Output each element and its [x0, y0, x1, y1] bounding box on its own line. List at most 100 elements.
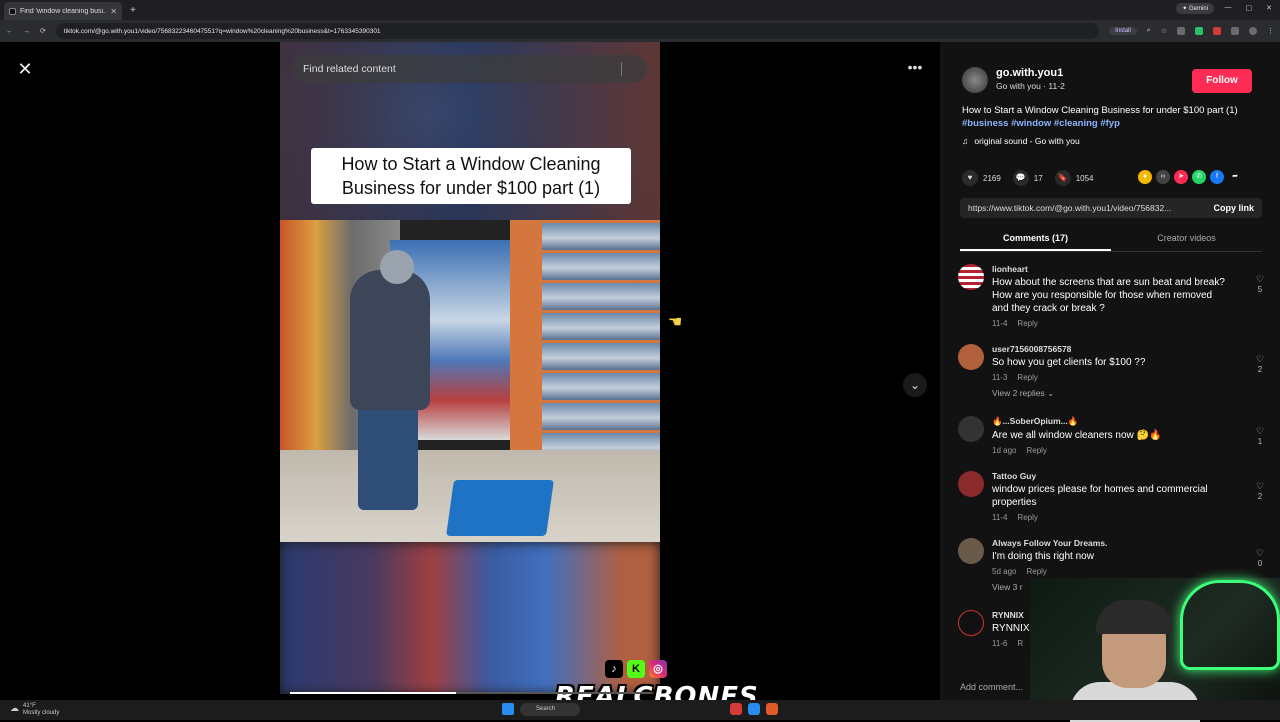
embed-icon[interactable]: ‹›	[1156, 170, 1170, 184]
windows-start-icon[interactable]	[502, 703, 514, 715]
comment-like-count: 0	[1252, 559, 1268, 568]
music-note-icon: ♫	[962, 136, 968, 146]
comment-like-count: 1	[1252, 437, 1268, 446]
temperature: 41°F	[23, 703, 36, 709]
comment-username[interactable]: Tattoo Guy	[992, 471, 1230, 481]
comment-like[interactable]: ♡2	[1252, 481, 1268, 501]
reply-button[interactable]: Reply	[1017, 373, 1037, 382]
minimize-icon[interactable]: —	[1225, 4, 1232, 12]
heart-icon[interactable]: ♥	[962, 170, 978, 186]
coin-icon[interactable]: ●	[1138, 170, 1152, 184]
extensions-puzzle-icon[interactable]	[1231, 27, 1239, 35]
profile-icon[interactable]	[1249, 27, 1257, 35]
view-replies-button[interactable]: View 2 replies ⌄	[992, 388, 1230, 399]
taskbar-search[interactable]: Search	[520, 703, 580, 716]
comment-like-count: 2	[1252, 365, 1268, 374]
post-link[interactable]: https://www.tiktok.com/@go.with.you1/vid…	[960, 203, 1205, 213]
maximize-icon[interactable]: ▢	[1246, 4, 1253, 12]
back-icon[interactable]: ←	[6, 28, 13, 35]
hashtag[interactable]: #fyp	[1100, 118, 1120, 129]
comment-like[interactable]: ♡5	[1252, 274, 1268, 294]
more-options-icon[interactable]: •••	[903, 59, 927, 75]
window-close-icon[interactable]: ✕	[1266, 4, 1272, 12]
comment-like[interactable]: ♡2	[1252, 354, 1268, 374]
zoom-icon[interactable]: ⌕	[1147, 27, 1151, 35]
bookmark-icon[interactable]: 🔖	[1055, 170, 1071, 186]
avatar[interactable]	[958, 416, 984, 442]
chevron-down-icon: ⌄	[1047, 388, 1054, 398]
copy-link-button[interactable]: Copy link	[1205, 203, 1262, 213]
sound-link[interactable]: ♫ original sound - Go with you	[962, 136, 1080, 146]
hashtag[interactable]: #window	[1011, 118, 1051, 129]
post-description: How to Start a Window Cleaning Business …	[962, 104, 1262, 130]
reply-button[interactable]: R	[1017, 639, 1023, 648]
heart-outline-icon[interactable]: ♡	[1256, 548, 1264, 558]
new-tab-icon[interactable]: +	[130, 5, 136, 16]
add-comment-input[interactable]: Add comment...	[960, 682, 1023, 692]
browser-tab[interactable]: Find 'window cleaning busi... ✕	[4, 2, 122, 20]
video-player[interactable]: Find related content How to Start a Wind…	[280, 42, 660, 694]
search-input[interactable]: Find related content	[303, 63, 621, 75]
heart-outline-icon[interactable]: ♡	[1256, 426, 1264, 436]
tab-creator-videos[interactable]: Creator videos	[1111, 228, 1262, 251]
url-field[interactable]: tiktok.com/@go.with.you1/video/756832234…	[56, 23, 1099, 39]
avatar[interactable]	[958, 471, 984, 497]
comment-username[interactable]: 🔥...SoberOpium...🔥	[992, 416, 1230, 427]
follow-button[interactable]: Follow	[1192, 69, 1252, 93]
close-tab-icon[interactable]: ✕	[110, 7, 117, 16]
sound-title[interactable]: original sound - Go with you	[974, 136, 1079, 146]
cloud-icon: ☁	[10, 703, 19, 717]
author-username[interactable]: go.with.you1	[996, 67, 1065, 79]
whatsapp-icon[interactable]: ✆	[1192, 170, 1206, 184]
like-count: 2169	[983, 174, 1001, 183]
avatar[interactable]	[962, 67, 988, 93]
hashtag[interactable]: #cleaning	[1054, 118, 1098, 129]
tab-comments[interactable]: Comments (17)	[960, 228, 1111, 251]
comment-icon[interactable]: 💬	[1013, 170, 1029, 186]
weather-widget[interactable]: ☁ 41°F Mostly cloudy	[10, 703, 59, 717]
tiktok-logo-icon: ♪	[605, 660, 623, 678]
comment-username[interactable]: user7156008756578	[992, 344, 1230, 354]
browser-menu-icon[interactable]: ⋮	[1267, 27, 1274, 35]
next-video-chevron-down-icon[interactable]: ⌄	[903, 373, 927, 397]
share-arrow-icon[interactable]: ➦	[1228, 170, 1242, 184]
send-icon[interactable]: ➤	[1174, 170, 1188, 184]
reply-button[interactable]: Reply	[1026, 567, 1046, 576]
avatar[interactable]	[958, 344, 984, 370]
facebook-icon[interactable]: f	[1210, 170, 1224, 184]
reply-button[interactable]: Reply	[1026, 446, 1046, 455]
comment-username[interactable]: lionheart	[992, 264, 1230, 274]
comment-like[interactable]: ♡0	[1252, 548, 1268, 568]
comment-like[interactable]: ♡1	[1252, 426, 1268, 446]
comment-text: Are we all window cleaners now 🤔🔥	[992, 429, 1230, 442]
gemini-button[interactable]: ✦ Gemini	[1176, 3, 1214, 14]
extension-icon[interactable]	[1213, 27, 1221, 35]
hashtag[interactable]: #business	[962, 118, 1008, 129]
avatar[interactable]	[958, 610, 984, 636]
forward-icon[interactable]: →	[23, 28, 30, 35]
reply-button[interactable]: Reply	[1017, 513, 1037, 522]
heart-outline-icon[interactable]: ♡	[1256, 354, 1264, 364]
comment-date: 1d ago	[992, 446, 1016, 455]
heart-outline-icon[interactable]: ♡	[1256, 274, 1264, 284]
avatar[interactable]	[958, 538, 984, 564]
install-button[interactable]: Install	[1109, 27, 1137, 35]
reply-button[interactable]: Reply	[1017, 319, 1037, 328]
taskbar-app-icon[interactable]	[730, 703, 742, 715]
extension-icon[interactable]	[1195, 27, 1203, 35]
search-icon[interactable]	[621, 62, 635, 76]
avatar[interactable]	[958, 264, 984, 290]
taskbar-app-icon[interactable]	[766, 703, 778, 715]
extension-icon[interactable]	[1177, 27, 1185, 35]
comment-username[interactable]: Always Follow Your Dreams.	[992, 538, 1230, 548]
video-progress-bar[interactable]	[290, 692, 650, 694]
find-related-search[interactable]: Find related content	[291, 55, 647, 83]
reload-icon[interactable]: ⟳	[40, 27, 46, 35]
bookmark-star-icon[interactable]: ☆	[1161, 27, 1167, 35]
close-icon[interactable]: ✕	[14, 58, 36, 80]
browser-tab-bar: Find 'window cleaning busi... ✕ + ✦ Gemi…	[0, 0, 1280, 20]
taskbar-app-icon[interactable]	[748, 703, 760, 715]
author-info[interactable]: go.with.you1 Go with you · 11-2	[962, 67, 1065, 93]
heart-outline-icon[interactable]: ♡	[1256, 481, 1264, 491]
mouse-cursor-icon: ☚	[668, 312, 682, 332]
